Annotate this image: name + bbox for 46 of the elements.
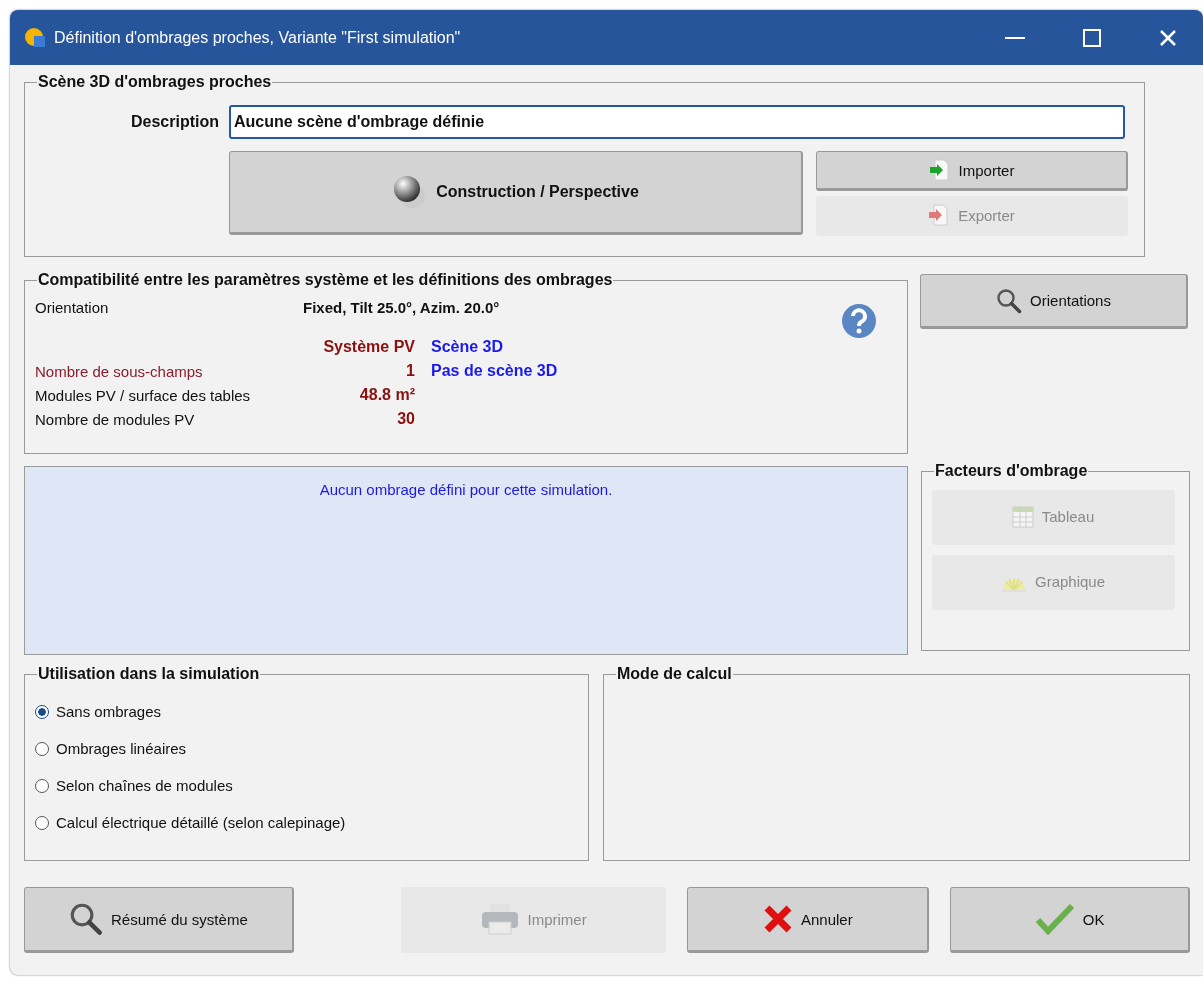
row-label: Nombre de modules PV (35, 410, 196, 428)
printer-icon (479, 902, 520, 936)
column-header: Système PV (322, 338, 415, 356)
orientations-button[interactable]: Orientations (920, 274, 1188, 329)
column-header: Scène 3D (431, 338, 505, 356)
window-title: Définition d'ombrages proches, Variante "First simulation" (54, 28, 462, 47)
group-title: Mode de calcul (616, 665, 733, 683)
table-icon (1011, 505, 1034, 528)
radio-option[interactable]: Calcul électrique détaillé (selon calepinage) (35, 804, 578, 841)
construction-button[interactable]: Construction / Perspective (229, 151, 803, 235)
group-title: Scène 3D d'ombrages proches (37, 73, 273, 91)
summary-button[interactable]: Résumé du système (24, 887, 294, 953)
pv-value: 48.8 m² (358, 386, 415, 404)
maximize-icon[interactable] (1083, 28, 1101, 47)
help-icon[interactable] (841, 303, 877, 339)
group-title: Facteurs d'ombrage (934, 462, 1089, 480)
close-icon[interactable] (1159, 28, 1177, 47)
message-text: Aucun ombrage défini pour cette simulation. (319, 481, 613, 498)
row-label: Orientation (35, 299, 110, 316)
radio-option[interactable]: Sans ombrages (35, 693, 578, 730)
radio-button[interactable] (35, 778, 49, 793)
pv-value: 1 (405, 362, 415, 380)
app-icon (24, 26, 46, 49)
search-icon (996, 287, 1023, 314)
radio-option[interactable]: Selon chaînes de modules (35, 767, 578, 804)
pv-value: 30 (396, 410, 415, 428)
group-title: Utilisation dans la simulation (37, 665, 261, 683)
radio-button[interactable] (35, 741, 49, 756)
scene-value: Pas de scène 3D (431, 362, 559, 380)
field-label: Description (130, 113, 219, 131)
description-field[interactable]: Aucune scène d'ombrage définie (229, 105, 1125, 139)
radio-button[interactable] (35, 704, 49, 719)
radio-option[interactable]: Ombrages linéaires (35, 730, 578, 767)
ok-button[interactable]: OK (950, 887, 1190, 953)
import-button[interactable]: Importer (816, 151, 1128, 191)
import-icon (928, 159, 951, 181)
row-label: Nombre de sous-champs (35, 362, 204, 380)
row-label: Modules PV / surface des tables (35, 386, 252, 404)
cancel-button[interactable]: Annuler (687, 887, 930, 953)
checkmark-icon (1034, 903, 1075, 935)
search-icon (69, 902, 103, 936)
group-title: Compatibilité entre les paramètres système et les définitions des ombrages (37, 271, 614, 289)
radio-button[interactable] (35, 815, 49, 830)
close-icon (763, 904, 793, 934)
export-icon (928, 204, 951, 226)
orientation-value: Fixed, Tilt 25.0°, Azim. 20.0° (303, 299, 501, 316)
